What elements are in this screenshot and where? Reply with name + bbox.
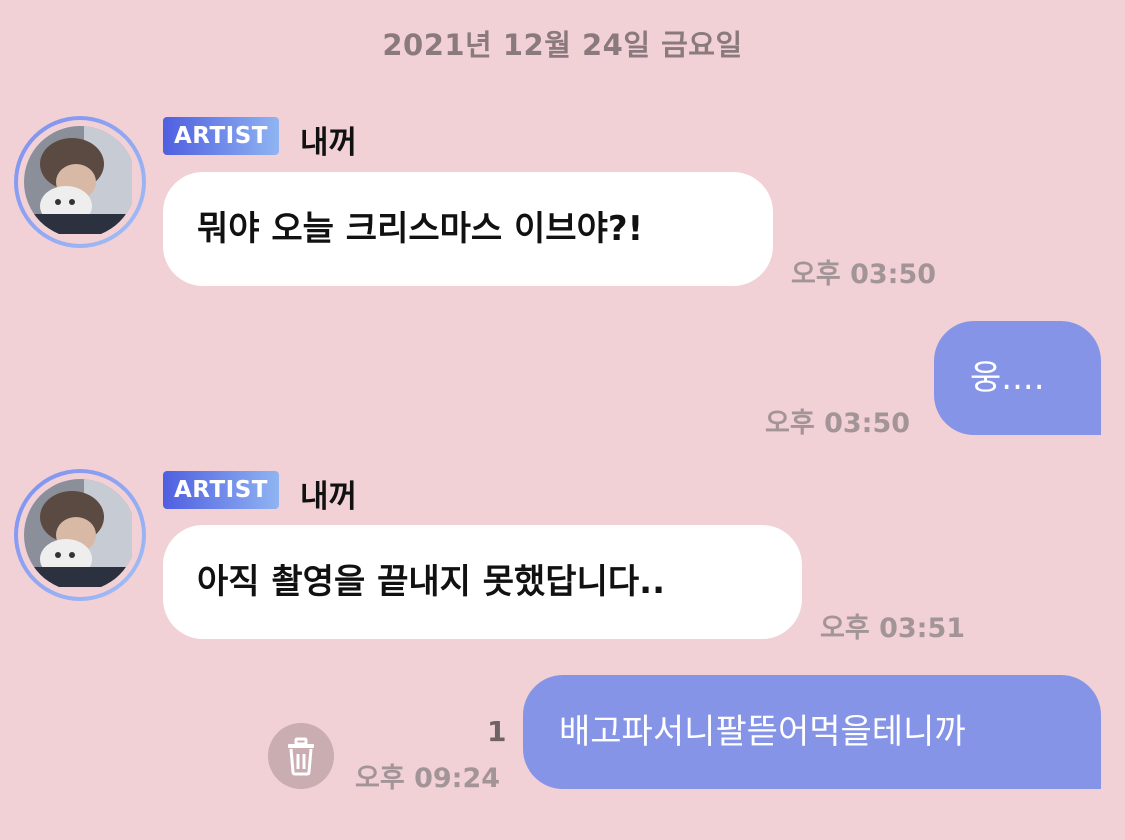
message-timestamp: 오후 03:50 [765,408,911,439]
avatar[interactable] [14,469,146,601]
artist-badge: ARTIST [163,471,279,509]
message-bubble[interactable]: 배고파서니팔뜯어먹을테니까 [523,675,1101,789]
unread-count: 1 [487,715,507,748]
message-timestamp: 오후 09:24 [355,763,501,794]
sender-name[interactable]: 내꺼 [300,117,357,162]
delete-button[interactable] [268,723,334,789]
message-bubble[interactable]: 아직 촬영을 끝내지 못했답니다.. [163,525,802,639]
trash-icon [268,723,334,789]
message-bubble[interactable]: 뭐야 오늘 크리스마스 이브야?! [163,172,773,286]
date-header: 2021년 12월 24일 금요일 [382,28,743,62]
message-bubble[interactable]: 웅.... [934,321,1101,435]
avatar-photo-icon [24,126,136,238]
avatar[interactable] [14,116,146,248]
message-timestamp: 오후 03:50 [791,259,937,290]
sender-name[interactable]: 내꺼 [300,471,357,516]
artist-badge: ARTIST [163,117,279,155]
avatar-photo-icon [24,479,136,591]
message-timestamp: 오후 03:51 [820,613,966,644]
